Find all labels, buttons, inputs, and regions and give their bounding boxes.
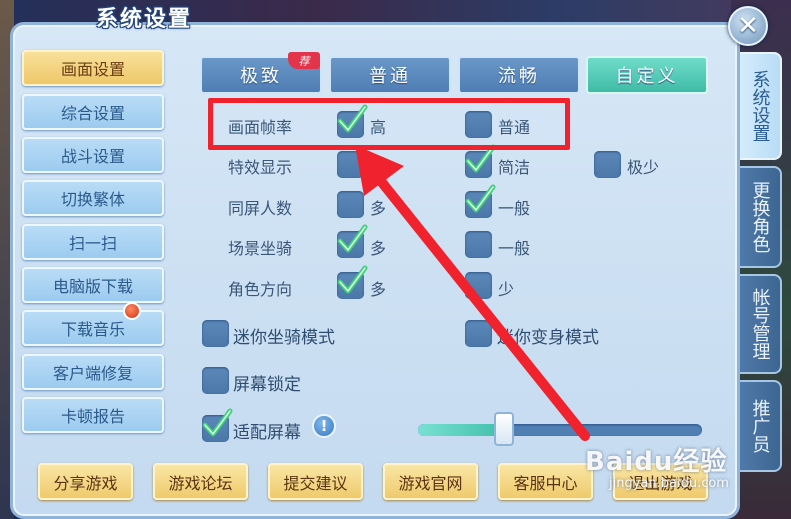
official-site-button[interactable]: 游戏官网 (383, 463, 478, 500)
screen-lock-label: 屏幕锁定 (233, 375, 301, 395)
watermark-main: Baidu经验 (585, 447, 728, 477)
direction-many-checkbox[interactable] (337, 265, 368, 299)
direction-few-label: 少 (498, 280, 515, 299)
menu-item-traditional[interactable]: 切换繁体 (22, 180, 164, 216)
mounts-normal-label: 一般 (498, 239, 531, 258)
menu-item-graphics[interactable]: 画面设置 (22, 50, 164, 86)
screen-size-slider[interactable] (418, 424, 702, 436)
fit-screen-label: 适配屏幕 (233, 423, 301, 443)
baidu-watermark: Baidu经验 jingyan.baidu.com (585, 441, 729, 491)
tab-label: 更换角色 (749, 181, 771, 253)
screen-lock-checkbox[interactable] (202, 367, 229, 394)
share-game-button[interactable]: 分享游戏 (38, 463, 133, 500)
close-button[interactable]: ✕ (728, 6, 768, 46)
tab-change-role[interactable]: 更换角色 (740, 166, 782, 268)
mini-mount-label: 迷你坐骑模式 (233, 328, 335, 348)
direction-few-checkbox[interactable] (465, 272, 492, 299)
check-icon (337, 224, 368, 253)
effects-many-label: 多 (370, 158, 387, 177)
tab-label: 系统设置 (749, 70, 771, 142)
fit-screen-checkbox[interactable] (202, 408, 233, 442)
same-screen-normal-checkbox[interactable] (465, 184, 496, 218)
notification-dot (123, 302, 141, 320)
mounts-many-label: 多 (370, 239, 387, 258)
menu-item-general[interactable]: 综合设置 (22, 94, 164, 130)
customer-service-button[interactable]: 客服中心 (498, 463, 593, 500)
preset-smooth-button[interactable]: 流畅 (458, 56, 580, 94)
menu-item-music-download[interactable]: 下载音乐 (22, 310, 164, 346)
game-forum-button[interactable]: 游戏论坛 (153, 463, 248, 500)
menu-item-combat[interactable]: 战斗设置 (22, 137, 164, 173)
mini-mount-checkbox[interactable] (202, 320, 229, 347)
direction-label: 角色方向 (228, 280, 293, 299)
menu-item-client-repair[interactable]: 客户端修复 (22, 354, 164, 390)
recommended-badge: 荐 (288, 52, 320, 69)
info-icon[interactable]: ! (312, 414, 336, 438)
effects-label: 特效显示 (228, 158, 293, 177)
tab-promoter[interactable]: 推广员 (740, 380, 782, 472)
tab-label: 推广员 (749, 399, 771, 453)
watermark-sub: jingyan.baidu.com (609, 476, 729, 491)
effects-minimal-label: 极少 (627, 158, 660, 177)
check-icon (202, 408, 233, 437)
preset-custom-button[interactable]: 自定义 (586, 56, 708, 94)
close-icon: ✕ (737, 11, 759, 41)
same-screen-many-label: 多 (370, 199, 387, 218)
annotation-highlight-box (208, 98, 570, 150)
menu-item-lag-report[interactable]: 卡顿报告 (22, 397, 164, 433)
effects-minimal-checkbox[interactable] (594, 151, 621, 178)
submit-feedback-button[interactable]: 提交建议 (268, 463, 363, 500)
menu-item-scan[interactable]: 扫一扫 (22, 224, 164, 260)
check-icon (465, 184, 496, 213)
mini-transform-checkbox[interactable] (465, 320, 492, 347)
preset-normal-button[interactable]: 普通 (329, 56, 451, 94)
direction-many-label: 多 (370, 280, 387, 299)
menu-item-pc-download[interactable]: 电脑版下载 (22, 267, 164, 303)
same-screen-label: 同屏人数 (228, 199, 293, 218)
slider-handle[interactable] (494, 412, 514, 446)
effects-simple-checkbox[interactable] (465, 144, 496, 178)
tab-system-settings[interactable]: 系统设置 (740, 52, 782, 160)
mounts-many-checkbox[interactable] (337, 224, 368, 258)
effects-many-checkbox[interactable] (337, 151, 364, 178)
effects-simple-label: 简洁 (498, 158, 531, 177)
same-screen-normal-label: 一般 (498, 199, 531, 218)
tab-label: 帐号管理 (749, 288, 771, 360)
slider-fill (418, 424, 504, 436)
mounts-normal-checkbox[interactable] (465, 231, 492, 258)
check-icon (337, 265, 368, 294)
panel-title: 系统设置 (96, 6, 193, 32)
mounts-label: 场景坐骑 (228, 239, 293, 258)
same-screen-many-checkbox[interactable] (337, 191, 364, 218)
tab-account[interactable]: 帐号管理 (740, 274, 782, 374)
mini-transform-label: 迷你变身模式 (497, 328, 599, 348)
